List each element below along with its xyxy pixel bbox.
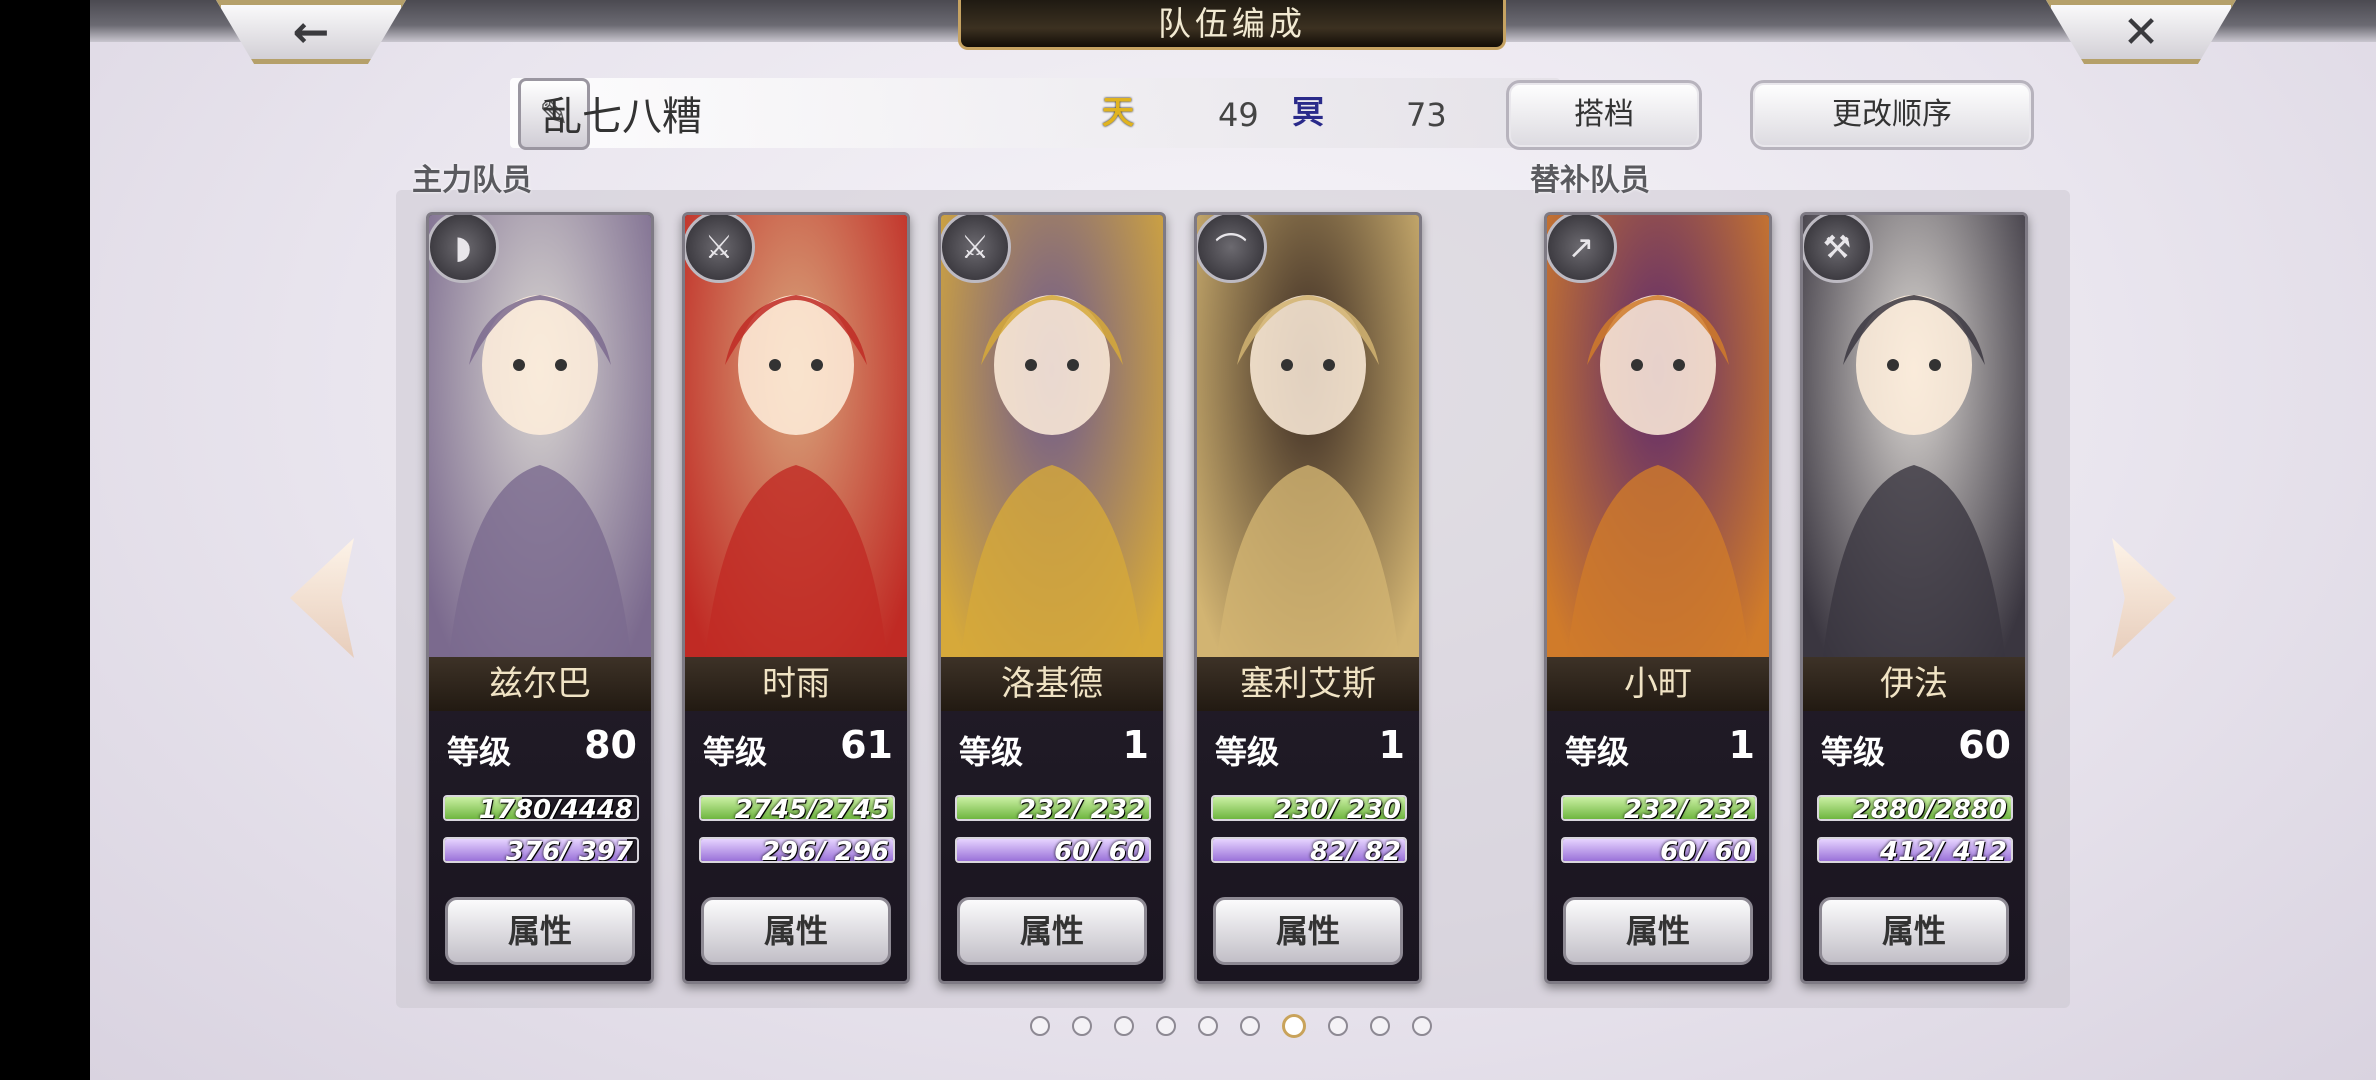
character-card[interactable]: ⌒ 塞利艾斯 等级 1 230/ 230 82/ 82 属性	[1194, 212, 1422, 984]
mp-text: 376/ 397	[505, 837, 633, 863]
page-dot[interactable]	[1072, 1016, 1092, 1036]
attribute-button[interactable]: 属性	[701, 897, 891, 965]
page-dot[interactable]	[1114, 1016, 1134, 1036]
close-icon: ✕	[2122, 6, 2160, 58]
attribute-button[interactable]: 属性	[957, 897, 1147, 965]
next-page-arrow[interactable]	[2112, 538, 2176, 658]
character-card[interactable]: ⚔ 时雨 等级 61 2745/2745 296/ 296 属性	[682, 212, 910, 984]
character-name: 兹尔巴	[429, 657, 651, 711]
mp-text: 296/ 296	[761, 837, 889, 863]
hp-text: 1780/4448	[478, 795, 633, 821]
spear-icon: ↗	[1547, 215, 1617, 283]
close-button[interactable]: ✕	[2046, 0, 2236, 64]
level-label: 等级	[959, 733, 1024, 771]
team-formation-screen: 队伍编成 ← ✕ ✎ 乱七八糟 天 49 冥 73 搭档 更改顺序 主力队员 替…	[90, 0, 2376, 1080]
hp-bar: 232/ 232	[1561, 795, 1757, 821]
level-label: 等级	[1821, 733, 1886, 771]
level-value: 80	[584, 723, 637, 767]
page-dot[interactable]	[1412, 1016, 1432, 1036]
hammer-icon: ⚒	[1803, 215, 1873, 283]
page-indicator	[1030, 1014, 1432, 1038]
level-label: 等级	[703, 733, 768, 771]
page-dot[interactable]	[1282, 1014, 1306, 1038]
prev-page-arrow[interactable]	[290, 538, 354, 658]
hp-bar: 230/ 230	[1211, 795, 1407, 821]
mp-text: 82/ 82	[1310, 837, 1401, 863]
character-name: 伊法	[1803, 657, 2025, 711]
attribute-button[interactable]: 属性	[445, 897, 635, 965]
dark-value: 73	[1406, 96, 1447, 134]
mp-bar: 60/ 60	[1561, 837, 1757, 863]
main-members-label: 主力队员	[412, 163, 532, 198]
mp-bar: 412/ 412	[1817, 837, 2013, 863]
character-card[interactable]: ⚔ 洛基德 等级 1 232/ 232 60/ 60 属性	[938, 212, 1166, 984]
character-name: 塞利艾斯	[1197, 657, 1419, 711]
arrow-left-icon: ←	[292, 6, 330, 58]
level-label: 等级	[447, 733, 512, 771]
hp-text: 232/ 232	[1623, 795, 1751, 821]
character-name: 时雨	[685, 657, 907, 711]
hp-text: 2745/2745	[734, 795, 889, 821]
character-name: 小町	[1547, 657, 1769, 711]
page-dot[interactable]	[1030, 1016, 1050, 1036]
team-name: 乱七八糟	[542, 94, 702, 140]
page-title: 队伍编成	[958, 0, 1506, 50]
attribute-button[interactable]: 属性	[1819, 897, 2009, 965]
hp-bar: 2745/2745	[699, 795, 895, 821]
attribute-button[interactable]: 属性	[1563, 897, 1753, 965]
sword-icon: ⚔	[941, 215, 1011, 283]
character-card[interactable]: ↗ 小町 等级 1 232/ 232 60/ 60 属性	[1544, 212, 1772, 984]
mp-bar: 376/ 397	[443, 837, 639, 863]
level-label: 等级	[1565, 733, 1630, 771]
character-name: 洛基德	[941, 657, 1163, 711]
level-value: 1	[1728, 723, 1755, 767]
hp-bar: 232/ 232	[955, 795, 1151, 821]
mp-text: 412/ 412	[1879, 837, 2007, 863]
page-dot[interactable]	[1198, 1016, 1218, 1036]
heaven-icon: 天	[1101, 93, 1134, 131]
mp-text: 60/ 60	[1054, 837, 1145, 863]
hp-text: 232/ 232	[1017, 795, 1145, 821]
level-label: 等级	[1215, 733, 1280, 771]
heaven-value: 49	[1218, 96, 1259, 134]
mp-text: 60/ 60	[1660, 837, 1751, 863]
partner-button[interactable]: 搭档	[1506, 80, 1702, 150]
hp-bar: 2880/2880	[1817, 795, 2013, 821]
bow-icon: ⌒	[1197, 215, 1267, 283]
page-dot[interactable]	[1240, 1016, 1260, 1036]
mp-bar: 296/ 296	[699, 837, 895, 863]
level-value: 1	[1378, 723, 1405, 767]
character-card[interactable]: ◗ 兹尔巴 等级 80 1780/4448 376/ 397 属性	[426, 212, 654, 984]
character-card[interactable]: ⚒ 伊法 等级 60 2880/2880 412/ 412 属性	[1800, 212, 2028, 984]
level-value: 1	[1122, 723, 1149, 767]
hp-text: 230/ 230	[1273, 795, 1401, 821]
hp-text: 2880/2880	[1852, 795, 2007, 821]
page-dot[interactable]	[1156, 1016, 1176, 1036]
mp-bar: 82/ 82	[1211, 837, 1407, 863]
change-order-button[interactable]: 更改顺序	[1750, 80, 2034, 150]
mp-bar: 60/ 60	[955, 837, 1151, 863]
shield-icon: ◗	[429, 215, 499, 283]
attribute-button[interactable]: 属性	[1213, 897, 1403, 965]
level-value: 60	[1958, 723, 2011, 767]
page-dot[interactable]	[1328, 1016, 1348, 1036]
sub-members-label: 替补队员	[1530, 163, 1650, 198]
hp-bar: 1780/4448	[443, 795, 639, 821]
dark-icon: 冥	[1291, 93, 1324, 131]
back-button[interactable]: ←	[216, 0, 406, 64]
level-value: 61	[840, 723, 893, 767]
sword-icon: ⚔	[685, 215, 755, 283]
page-dot[interactable]	[1370, 1016, 1390, 1036]
